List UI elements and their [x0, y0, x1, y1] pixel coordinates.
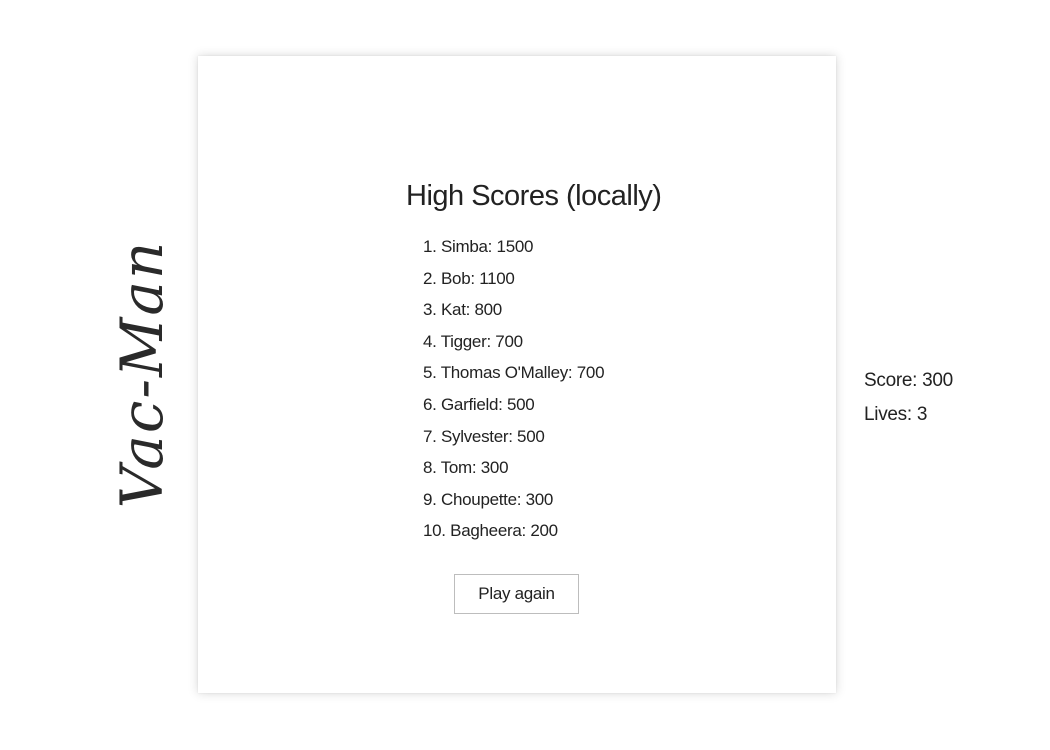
game-board: High Scores (locally) 1. Simba: 1500 2. … [198, 56, 836, 693]
lives-display: Lives: 3 [864, 404, 928, 425]
high-scores-list: 1. Simba: 1500 2. Bob: 1100 3. Kat: 800 … [423, 231, 605, 547]
game-logo: Vac-Man [108, 239, 176, 509]
play-again-button[interactable]: Play again [454, 574, 579, 614]
high-score-entry: 2. Bob: 1100 [423, 268, 515, 288]
high-score-entry: 6. Garfield: 500 [423, 394, 535, 414]
high-score-entry: 7. Sylvester: 500 [423, 426, 545, 446]
high-score-entry: 10. Bagheera: 200 [423, 521, 558, 541]
high-score-entry: 3. Kat: 800 [423, 300, 502, 320]
high-score-entry: 5. Thomas O'Malley: 700 [423, 363, 605, 383]
high-score-entry: 8. Tom: 300 [423, 458, 509, 478]
high-score-entry: 1. Simba: 1500 [423, 237, 534, 256]
score-display: Score: 300 [864, 370, 953, 391]
high-scores-title: High Scores (locally) [406, 180, 662, 212]
game-stats: Score: 300 Lives: 3 [864, 364, 953, 432]
game-page: Vac-Man High Scores (locally) 1. Simba: … [0, 0, 1050, 750]
high-score-entry: 9. Choupette: 300 [423, 489, 554, 509]
high-score-entry: 4. Tigger: 700 [423, 331, 523, 351]
